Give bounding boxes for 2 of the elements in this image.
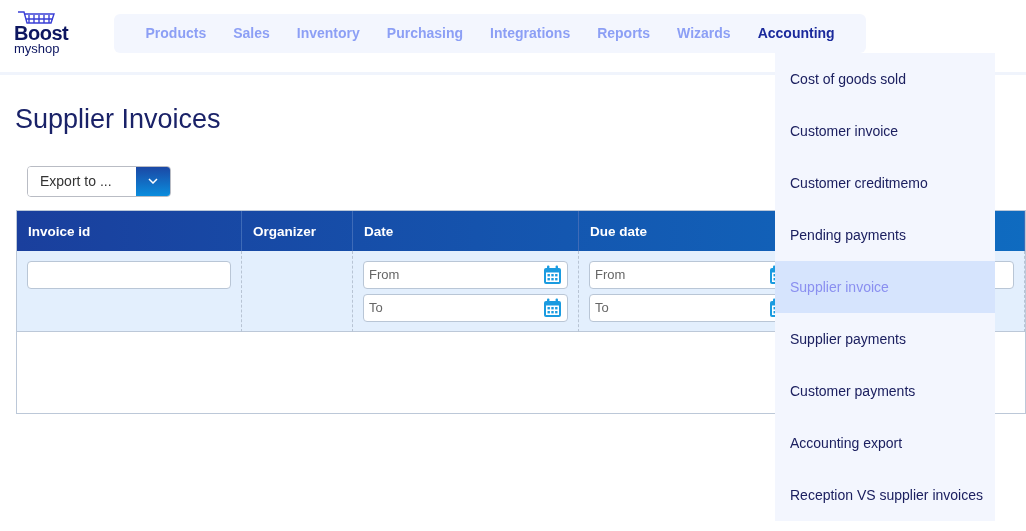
logo: Boost myshop	[14, 10, 70, 55]
page-title: Supplier Invoices	[15, 103, 221, 136]
